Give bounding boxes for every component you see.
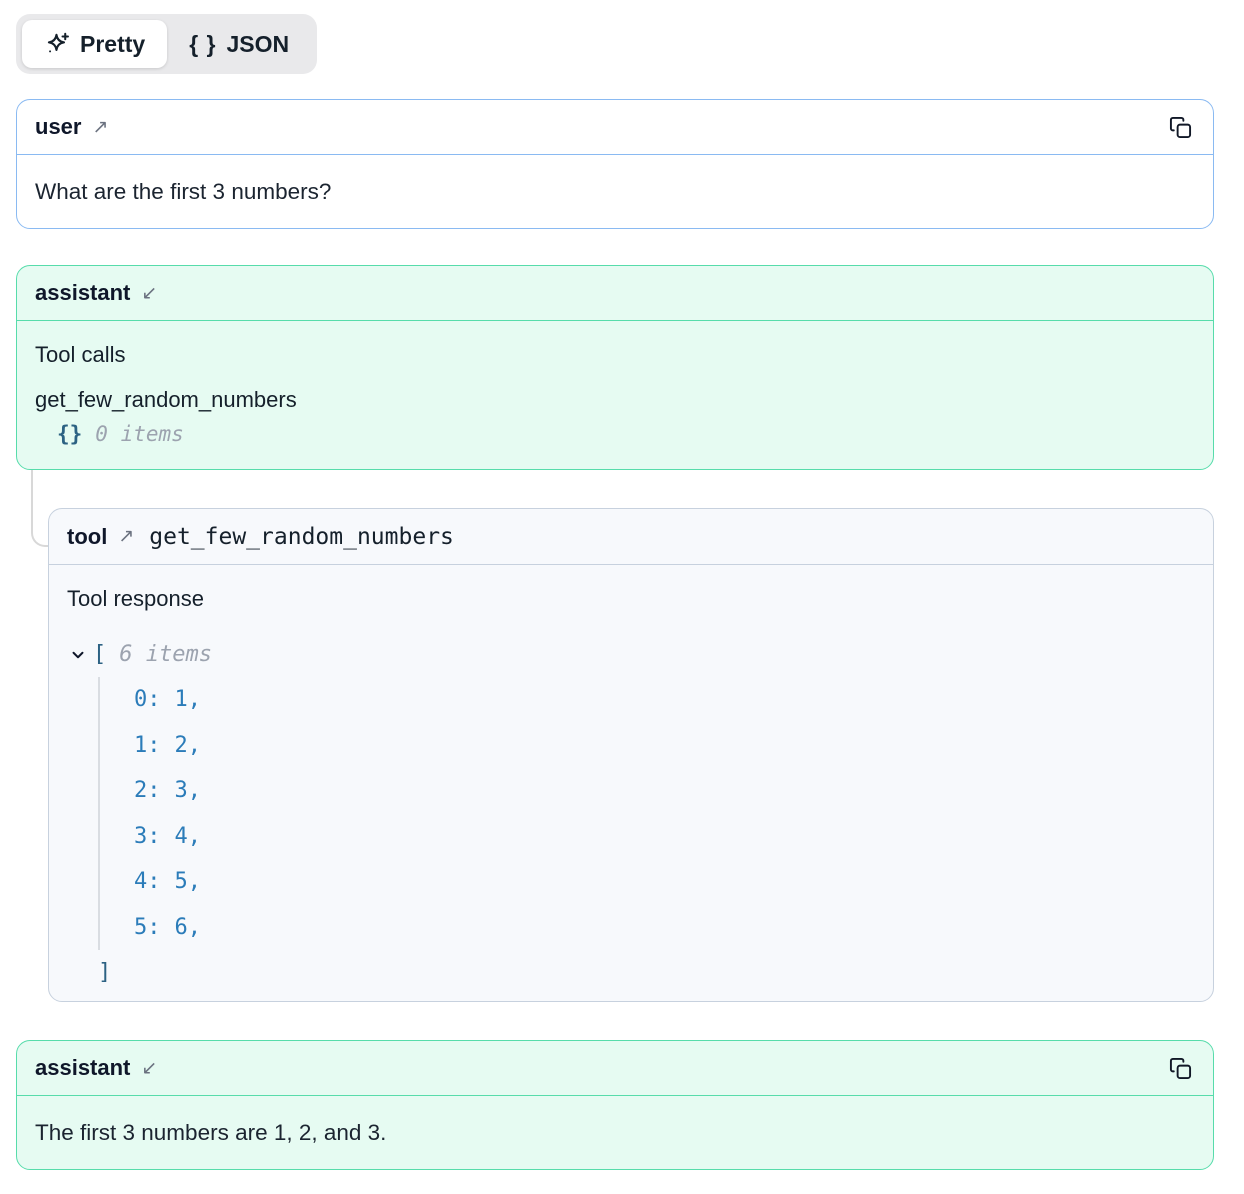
entry-value: 6, [175, 915, 202, 940]
entry-value: 4, [175, 824, 202, 849]
assistant-final-header: assistant ↙ [17, 1041, 1213, 1096]
assistant-tool-call-body: Tool calls get_few_random_numbers {} 0 i… [17, 321, 1213, 446]
arrow-up-right-icon: ↗ [92, 118, 108, 137]
json-entry: 5: 6, [134, 905, 1195, 951]
json-entry: 1: 2, [134, 723, 1195, 769]
entry-key: 4: [134, 869, 161, 894]
sparkles-icon [44, 31, 70, 57]
tab-pretty[interactable]: Pretty [22, 20, 167, 68]
assistant-tool-call-card: assistant ↙ Tool calls get_few_random_nu… [16, 265, 1214, 470]
braces-icon: { } [189, 31, 216, 58]
assistant-final-content: The first 3 numbers are 1, 2, and 3. [17, 1096, 1213, 1169]
collapse-chevron-icon[interactable] [69, 645, 89, 665]
tool-response-body: Tool response [ 6 items 0: 1, 1: 2, [49, 565, 1213, 994]
entry-value: 3, [175, 778, 202, 803]
copy-icon [1169, 116, 1192, 139]
json-entry: 0: 1, [134, 677, 1195, 723]
role-label: tool [67, 524, 107, 550]
empty-object-icon: {} [57, 422, 82, 446]
tool-call-args: {} 0 items [35, 422, 1195, 446]
json-tree: [ 6 items 0: 1, 1: 2, 2: 3, 3: 4, [67, 632, 1195, 994]
tool-call-name: get_few_random_numbers [35, 387, 1195, 413]
args-item-count: 0 items [95, 422, 184, 446]
role-label: assistant [35, 280, 130, 306]
assistant-tool-call-header: assistant ↙ [17, 266, 1213, 321]
array-item-count: 6 items [119, 642, 212, 667]
tool-response-card: tool ↗ get_few_random_numbers Tool respo… [48, 508, 1214, 1002]
entry-key: 3: [134, 824, 161, 849]
view-mode-toggle: Pretty { } JSON [16, 14, 317, 74]
entry-value: 1, [175, 687, 202, 712]
json-entry: 3: 4, [134, 814, 1195, 860]
tool-call-connector-line [31, 470, 49, 547]
copy-button[interactable] [1169, 1055, 1195, 1081]
arrow-down-left-icon: ↙ [141, 284, 157, 303]
json-entry: 4: 5, [134, 859, 1195, 905]
user-message-content: What are the first 3 numbers? [17, 155, 1213, 228]
role-label: assistant [35, 1055, 130, 1081]
tool-calls-label: Tool calls [35, 342, 1195, 368]
role-label: user [35, 114, 81, 140]
tool-response-label: Tool response [67, 586, 1195, 612]
close-bracket: ] [98, 960, 111, 985]
entry-key: 1: [134, 733, 161, 758]
entry-value: 2, [175, 733, 202, 758]
pretty-tab-label: Pretty [80, 31, 145, 58]
json-array-rows: 0: 1, 1: 2, 2: 3, 3: 4, 4: 5, [98, 677, 1195, 950]
entry-value: 5, [175, 869, 202, 894]
entry-key: 0: [134, 687, 161, 712]
arrow-up-right-icon: ↗ [118, 527, 134, 546]
entry-key: 5: [134, 915, 161, 940]
arrow-down-left-icon: ↙ [141, 1059, 157, 1078]
copy-button[interactable] [1169, 114, 1195, 140]
json-entry: 2: 3, [134, 768, 1195, 814]
json-array-head: [ 6 items [67, 632, 1195, 677]
close-bracket-row: ] [67, 950, 1195, 994]
tab-json[interactable]: { } JSON [167, 20, 311, 68]
json-tab-label: JSON [227, 31, 290, 58]
tool-response-header: tool ↗ get_few_random_numbers [49, 509, 1213, 565]
user-message-header: user ↗ [17, 100, 1213, 155]
tool-response-name: get_few_random_numbers [149, 524, 454, 550]
open-bracket: [ [93, 642, 106, 667]
user-message-card: user ↗ What are the first 3 numbers? [16, 99, 1214, 229]
entry-key: 2: [134, 778, 161, 803]
assistant-final-card: assistant ↙ The first 3 numbers are 1, 2… [16, 1040, 1214, 1170]
copy-icon [1169, 1057, 1192, 1080]
